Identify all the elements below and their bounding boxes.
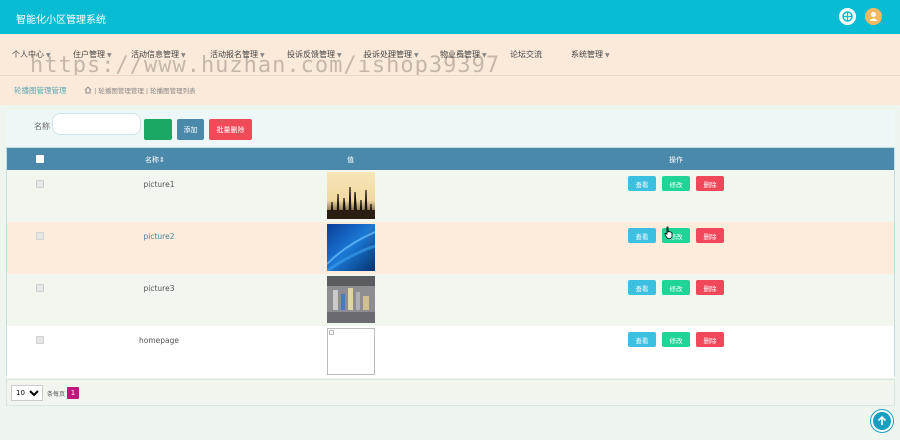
edit-button[interactable]: 修改	[662, 176, 690, 191]
hand-cursor-icon	[664, 226, 673, 239]
nav-item-forum[interactable]: 论坛交流	[510, 49, 542, 60]
view-button[interactable]: 查看	[628, 280, 656, 295]
row-checkbox[interactable]	[36, 336, 44, 344]
row-name: picture1	[143, 180, 175, 189]
theme-settings-button[interactable]	[839, 8, 856, 25]
palette-icon	[842, 11, 853, 22]
delete-button[interactable]: 删除	[696, 280, 724, 295]
page-size-select[interactable]: 10	[11, 385, 43, 401]
table-row: picture3 查看 修改 删除	[7, 274, 894, 326]
chevron-down-icon: ▼	[605, 52, 610, 59]
user-avatar[interactable]	[865, 8, 882, 25]
row-checkbox[interactable]	[36, 284, 44, 292]
column-header-value: 值	[347, 156, 354, 164]
table-row: picture2 查看 修改 删除	[7, 222, 894, 274]
breadcrumb: | 轮播图管理管理 | 轮播图管理列表	[84, 85, 196, 95]
row-name: homepage	[139, 336, 179, 345]
row-checkbox[interactable]	[36, 180, 44, 188]
pagination: 10 条每页 1	[6, 379, 895, 406]
broken-image-icon	[327, 328, 375, 375]
edit-button[interactable]: 修改	[662, 280, 690, 295]
table-row: picture1 查看 修改 删除	[7, 170, 894, 222]
nav-item-activity-signup[interactable]: 活动报名管理 ▼	[210, 49, 265, 60]
name-label: 名称	[34, 122, 50, 131]
page-button-1[interactable]: 1	[67, 387, 79, 399]
carousel-table: 名称⇕ 值 操作 picture1 查看 修改 删除 picture2 查看 修…	[6, 147, 895, 378]
chevron-down-icon: ▼	[107, 52, 112, 59]
nav-item-complaint-feedback[interactable]: 投诉反馈管理 ▼	[287, 49, 342, 60]
nav-item-system[interactable]: 系统管理 ▼	[571, 49, 610, 60]
view-button[interactable]: 查看	[628, 332, 656, 347]
row-checkbox[interactable]	[36, 232, 44, 240]
nav-item-complaint-handling[interactable]: 投诉处理管理 ▼	[364, 49, 419, 60]
sort-icon[interactable]: ⇕	[159, 156, 165, 164]
nav-item-activity-info[interactable]: 活动信息管理 ▼	[131, 49, 186, 60]
view-button[interactable]: 查看	[628, 228, 656, 243]
chevron-down-icon: ▼	[482, 52, 487, 59]
select-all-checkbox[interactable]	[36, 155, 44, 163]
page-title: 轮播图管理管理	[14, 86, 67, 95]
nav-item-property-fee[interactable]: 物业费管理 ▼	[440, 49, 487, 60]
picture3-image	[327, 276, 375, 323]
top-bar: 智能化小区管理系统	[0, 0, 900, 34]
back-to-top-button[interactable]	[871, 410, 893, 432]
view-button[interactable]: 查看	[628, 176, 656, 191]
search-panel: 名称 添加 批量删除	[6, 110, 895, 146]
picture1-image	[327, 172, 375, 219]
add-button[interactable]: 添加	[177, 119, 204, 140]
app-title: 智能化小区管理系统	[16, 15, 106, 26]
user-icon	[869, 12, 878, 21]
page-size-label: 条每页	[47, 391, 66, 398]
breadcrumb-bar: 轮播图管理管理 | 轮播图管理管理 | 轮播图管理列表	[0, 75, 900, 105]
chevron-down-icon: ▼	[414, 52, 419, 59]
chevron-down-icon: ▼	[337, 52, 342, 59]
home-icon[interactable]	[84, 86, 92, 94]
column-header-name[interactable]: 名称⇕	[145, 155, 165, 165]
table-row: homepage 查看 修改 删除	[7, 326, 894, 378]
arrow-up-icon	[877, 415, 887, 425]
delete-button[interactable]: 删除	[696, 176, 724, 191]
column-header-actions: 操作	[669, 156, 683, 164]
table-header: 名称⇕ 值 操作	[7, 148, 894, 170]
nav-item-residents[interactable]: 住户管理 ▼	[73, 49, 112, 60]
breadcrumb-path: | 轮播图管理管理 | 轮播图管理列表	[94, 87, 196, 95]
delete-button[interactable]: 删除	[696, 228, 724, 243]
nav-item-personal-center[interactable]: 个人中心 ▼	[12, 49, 51, 60]
row-name: picture2	[143, 232, 175, 241]
search-button[interactable]	[144, 119, 172, 140]
chevron-down-icon: ▼	[46, 52, 51, 59]
edit-button[interactable]: 修改	[662, 332, 690, 347]
chevron-down-icon: ▼	[181, 52, 186, 59]
name-search-input[interactable]	[52, 113, 141, 135]
main-nav: 个人中心 ▼ 住户管理 ▼ 活动信息管理 ▼ 活动报名管理 ▼ 投诉反馈管理 ▼ 投诉处理…	[0, 34, 900, 75]
picture2-image	[327, 224, 375, 271]
chevron-down-icon: ▼	[260, 52, 265, 59]
batch-delete-button[interactable]: 批量删除	[209, 119, 252, 140]
row-name: picture3	[143, 284, 175, 293]
delete-button[interactable]: 删除	[696, 332, 724, 347]
